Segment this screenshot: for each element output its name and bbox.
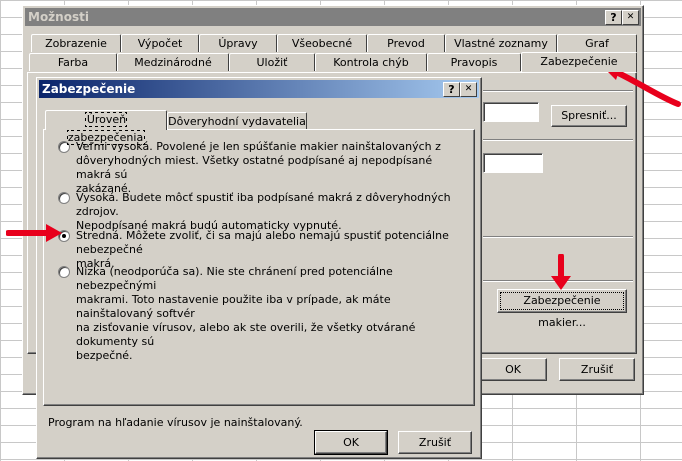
option-text-line: na zisťovanie vírusov, alebo ak ste over… [76,321,416,348]
separator [483,139,633,141]
arrow-to-macro-security-icon [551,254,571,290]
close-button[interactable]: ✕ [622,10,639,25]
help-button[interactable]: ? [605,10,622,25]
tab-pravopis[interactable]: Pravopis [427,53,521,71]
tab-kontrola-chyb[interactable]: Kontrola chýb [315,53,427,71]
security-title-bar: Zabezpečenie ? ✕ [39,80,479,98]
antivirus-status: Program na hľadanie vírusov je nainštalo… [48,416,303,429]
separator [483,236,633,238]
options-title: Možnosti [28,10,89,24]
option-nizka-text: Nízka (neodporúča sa). Nie ste chránení … [76,265,471,363]
option-vysoka-text: Vysoká. Budete môcť spustiť iba podpísan… [76,191,471,233]
close-button[interactable]: ✕ [460,82,477,97]
password-open-field[interactable] [483,102,539,122]
inner-ok-button[interactable]: OK [314,430,388,455]
tab-vseobecne[interactable]: Všeobecné [277,34,367,52]
tab-vlastne-zoznamy[interactable]: Vlastné zoznamy [445,34,557,52]
tab-zabezpecenie[interactable]: Zabezpečenie [521,52,637,72]
option-text-line: Vysoká. Budete môcť spustiť iba podpísan… [76,191,451,218]
tab-vypocet[interactable]: Výpočet [121,34,199,52]
help-button[interactable]: ? [443,82,460,97]
option-text-line: makrami. Toto nastavenie použite iba v p… [76,293,391,320]
arrow-to-stredna-icon [6,224,62,242]
security-dialog: Zabezpečenie ? ✕ Úroveň zabezpečenia Dôv… [36,77,482,459]
options-title-bar: Možnosti ? ✕ [25,8,641,26]
option-text-line: Stredná. Môžete zvoliť, či sa majú alebo… [76,229,449,256]
option-text-line: Nízka (neodporúča sa). Nie ste chránení … [76,265,393,292]
tab-uroven-zabezpecenia[interactable]: Úroveň zabezpečenia [45,110,167,145]
inner-cancel-button[interactable]: Zrušiť [398,431,472,454]
password-modify-field[interactable] [483,153,543,173]
tab-prevod[interactable]: Prevod [367,34,445,52]
tab-uroven-label: Úroveň zabezpečenia [66,112,146,145]
tab-medzinarodne[interactable]: Medzinárodné [117,53,229,71]
tab-upravy[interactable]: Úpravy [199,34,277,52]
tab-farba[interactable]: Farba [29,53,117,71]
outer-ok-button[interactable]: OK [479,358,547,381]
outer-cancel-button[interactable]: Zrušiť [559,358,635,381]
tab-graf[interactable]: Graf [557,34,637,52]
radio-nizka[interactable] [58,266,70,278]
tab-ulozit[interactable]: Uložiť [229,53,315,71]
option-text-line: dôveryhodných miest. Všetky ostatné podp… [76,154,433,181]
option-velmi-vysoka-text: Veľmi vysoká. Povolené je len spúšťanie … [76,140,466,196]
security-title: Zabezpečenie [42,82,136,96]
option-text-line: bezpečné. [76,349,133,362]
tab-zobrazenie[interactable]: Zobrazenie [31,34,121,52]
tab-doveryhodni-vydavatelia[interactable]: Dôveryhodní vydavatelia [167,112,307,130]
radio-vysoka[interactable] [58,192,70,204]
macro-security-button[interactable]: Zabezpečenie makier... [497,289,627,329]
